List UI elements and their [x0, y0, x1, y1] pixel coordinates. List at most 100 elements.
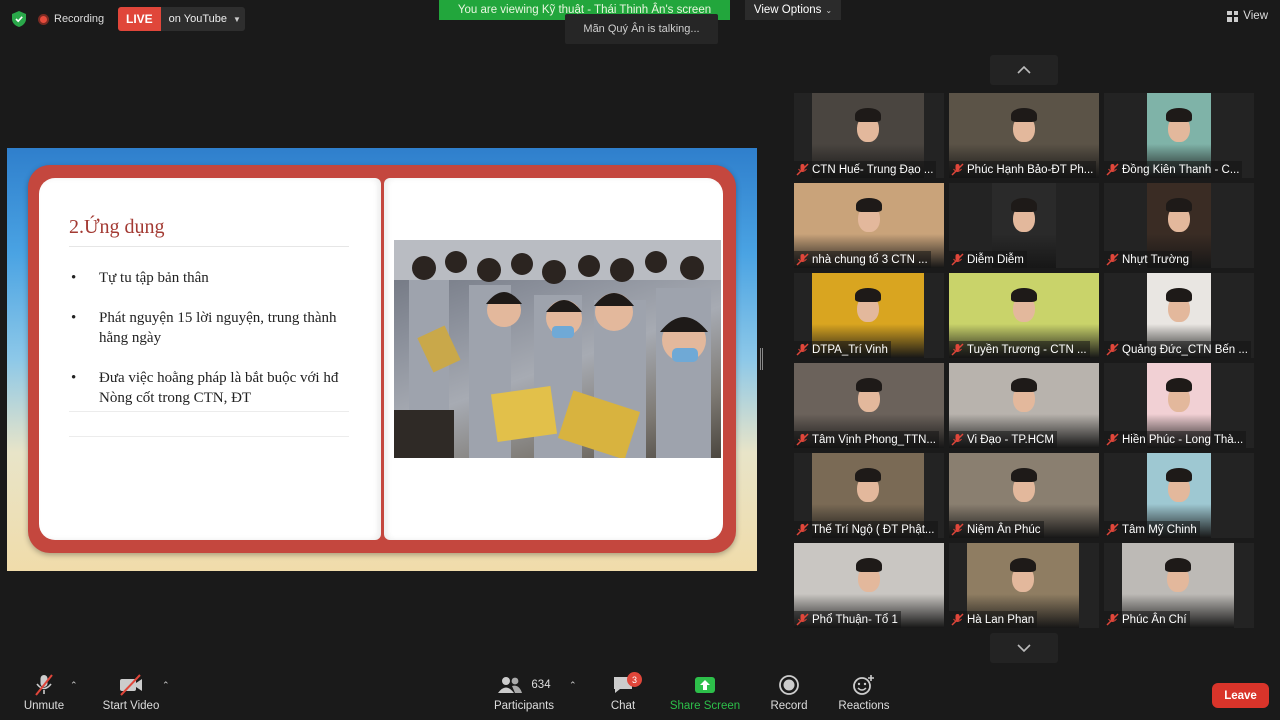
participant-name-bar: Đồng Kiên Thanh - C...: [1104, 161, 1243, 178]
grid-view-icon: [1227, 10, 1239, 22]
muted-mic-icon: [1106, 613, 1119, 626]
muted-mic-icon: [796, 163, 809, 176]
participant-tile[interactable]: Phổ Thuận- Tổ 1: [794, 543, 944, 628]
participant-name-bar: Diễm Diễm: [949, 251, 1027, 268]
participant-tile[interactable]: Quảng Đức_CTN Bến ...: [1104, 273, 1254, 358]
participant-name: Diễm Diễm: [967, 253, 1024, 266]
unmute-button[interactable]: Unmute: [22, 672, 66, 716]
slide-right-page: [384, 178, 723, 540]
participant-tile[interactable]: Phúc Hạnh Bảo-ĐT Ph...: [949, 93, 1099, 178]
participant-name-bar: Tuyền Trương - CTN ...: [949, 341, 1090, 358]
gallery-prev-page-button[interactable]: [990, 55, 1058, 85]
participants-icon-wrap: 634: [497, 672, 551, 698]
participant-tile[interactable]: Phúc Ân Chí: [1104, 543, 1254, 628]
muted-mic-icon: [951, 613, 964, 626]
participant-hair: [1166, 198, 1192, 212]
participant-tile[interactable]: Tâm Mỹ Chinh: [1104, 453, 1254, 538]
muted-mic-icon: [951, 433, 964, 446]
record-icon: [778, 672, 800, 698]
participant-hair: [1011, 378, 1037, 392]
participants-label: Participants: [493, 700, 555, 712]
participant-hair: [1011, 288, 1037, 302]
leave-meeting-button[interactable]: Leave: [1212, 683, 1269, 708]
muted-mic-icon: [951, 163, 964, 176]
audio-options-caret-icon[interactable]: ⌃: [70, 680, 78, 691]
photo-illustration: [394, 240, 721, 458]
participant-name-bar: CTN Huế- Trung Đạo ...: [794, 161, 937, 178]
chat-label: Chat: [610, 700, 636, 712]
participant-tile[interactable]: nhà chung tổ 3 CTN ...: [794, 183, 944, 268]
slide-bullet-list: Tự tu tập bản thân Phát nguyện 15 lời ng…: [69, 268, 369, 428]
participant-tile[interactable]: Hà Lan Phan: [949, 543, 1099, 628]
participant-tile[interactable]: Diễm Diễm: [949, 183, 1099, 268]
slide-bullet: Đưa việc hoằng pháp là bắt buộc với hđ N…: [69, 368, 369, 408]
recording-indicator[interactable]: Recording: [38, 8, 104, 30]
slide-bullet: Tự tu tập bản thân: [69, 268, 369, 288]
participant-name: Tâm Vịnh Phong_TTN...: [812, 433, 936, 446]
emoji-plus-icon: [852, 672, 876, 698]
participants-icon: [498, 677, 523, 693]
participants-options-caret-icon[interactable]: ⌃: [569, 680, 577, 691]
muted-mic-icon: [951, 253, 964, 266]
participant-hair: [1011, 108, 1037, 122]
participant-name: CTN Huế- Trung Đạo ...: [812, 163, 934, 176]
participant-tile[interactable]: Tuyền Trương - CTN ...: [949, 273, 1099, 358]
view-button[interactable]: View: [1227, 10, 1268, 22]
chevron-down-icon: ⌄: [825, 5, 833, 15]
title-divider: [69, 246, 349, 247]
muted-mic-icon: [33, 672, 55, 698]
shared-screen-slide: 2.Ứng dụng Tự tu tập bản thân Phát nguyệ…: [7, 148, 757, 571]
chat-icon-wrap: 3: [612, 672, 642, 698]
chat-button[interactable]: 3 Chat: [608, 672, 642, 716]
participant-name: DTPA_Trí Vinh: [812, 343, 888, 356]
muted-mic-icon: [1106, 433, 1119, 446]
muted-mic-icon: [796, 613, 809, 626]
record-label: Record: [770, 700, 808, 712]
participant-hair: [1165, 558, 1191, 572]
unmute-label: Unmute: [23, 700, 65, 712]
share-screen-button[interactable]: Share Screen: [670, 672, 740, 716]
participant-name: Phổ Thuận- Tổ 1: [812, 613, 898, 626]
record-button[interactable]: Record: [770, 672, 808, 716]
security-shield-icon[interactable]: [12, 11, 26, 27]
participant-name-bar: Vi Đạo - TP.HCM: [949, 431, 1057, 448]
participant-tile[interactable]: Tâm Vịnh Phong_TTN...: [794, 363, 944, 448]
start-video-button[interactable]: Start Video: [103, 672, 159, 716]
participant-tile[interactable]: Nhựt Trường: [1104, 183, 1254, 268]
monks-praying-photo: [394, 240, 721, 458]
participant-hair: [1166, 108, 1192, 122]
participant-tile[interactable]: CTN Huế- Trung Đạo ...: [794, 93, 944, 178]
split-view-resize-handle[interactable]: [760, 348, 763, 370]
participant-name-bar: Hà Lan Phan: [949, 611, 1038, 628]
video-options-caret-icon[interactable]: ⌃: [162, 680, 170, 691]
video-off-icon: [118, 672, 144, 698]
participant-tile[interactable]: Thế Trí Ngộ ( ĐT Phật...: [794, 453, 944, 538]
share-screen-icon: [693, 672, 717, 698]
participants-button[interactable]: 634 Participants: [494, 672, 554, 716]
reactions-label: Reactions: [838, 700, 890, 712]
participant-name: nhà chung tổ 3 CTN ...: [812, 253, 928, 266]
participant-name-bar: Tâm Vịnh Phong_TTN...: [794, 431, 939, 448]
view-label: View: [1243, 10, 1268, 22]
participant-hair: [1010, 558, 1036, 572]
participant-tile[interactable]: Đồng Kiên Thanh - C...: [1104, 93, 1254, 178]
participant-tile[interactable]: DTPA_Trí Vinh: [794, 273, 944, 358]
participant-tile[interactable]: Vi Đạo - TP.HCM: [949, 363, 1099, 448]
reactions-button[interactable]: Reactions: [838, 672, 890, 716]
recording-label: Recording: [54, 13, 105, 25]
participant-name: Tâm Mỹ Chinh: [1122, 523, 1197, 536]
participant-hair: [1166, 288, 1192, 302]
participant-hair: [855, 108, 881, 122]
participant-hair: [856, 378, 882, 392]
view-options-button[interactable]: View Options ⌄: [745, 0, 841, 20]
participant-tile[interactable]: Hiền Phúc - Long Thà...: [1104, 363, 1254, 448]
live-stream-menu[interactable]: LIVE on YouTube ▼: [118, 7, 245, 31]
slide-title: 2.Ứng dụng: [69, 216, 165, 238]
participant-tile[interactable]: Niệm Ân Phúc: [949, 453, 1099, 538]
muted-mic-icon: [1106, 163, 1119, 176]
muted-mic-icon: [796, 343, 809, 356]
participant-name-bar: DTPA_Trí Vinh: [794, 341, 891, 358]
muted-mic-icon: [951, 523, 964, 536]
page-rule: [69, 411, 349, 412]
gallery-next-page-button[interactable]: [990, 633, 1058, 663]
